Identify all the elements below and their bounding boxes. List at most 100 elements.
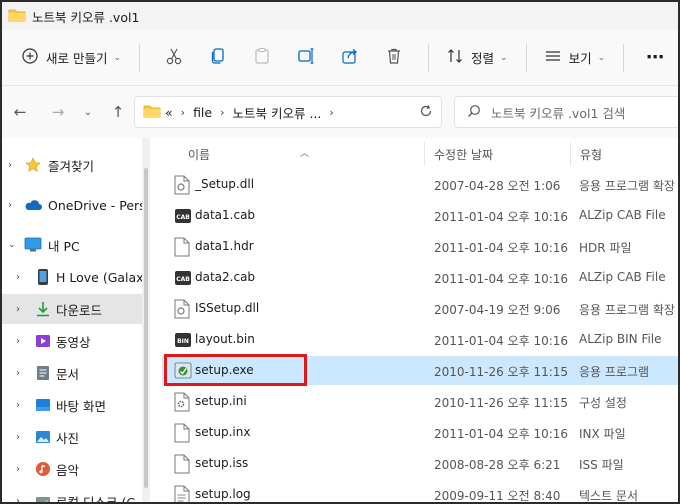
chevron-right-icon[interactable]: › [16,368,20,379]
file-date: 2011-01-04 오후 10:16 [434,334,569,348]
sidebar-item-onedrive[interactable]: › OneDrive - Personal [2,190,142,220]
window-title: 노트북 키오류 .vol1 [32,9,140,25]
sidebar-item-desktop[interactable]: › 바탕 화면 [2,390,142,420]
cloud-icon [24,196,42,214]
document-icon [34,364,52,382]
file-type: 구성 설정 [579,396,627,410]
sidebar-item-pictures[interactable]: › 사진 [2,422,142,452]
file-type: ALZip CAB File [579,270,666,284]
file-date: 2007-04-28 오전 1:06 [434,179,561,193]
file-row[interactable]: BIN layout.bin 2011-01-04 오후 10:16 ALZip… [162,325,678,354]
breadcrumb-item[interactable]: 노트북 키오류 ... [233,103,322,122]
file-row[interactable]: setup.inx 2011-01-04 오후 10:16 INX 파일 [162,418,678,447]
file-row[interactable]: ISSetup.dll 2007-04-19 오전 9:06 응용 프로그램 확… [162,294,678,323]
sidebar-item-label: OneDrive - Personal [48,197,142,213]
sidebar-item-documents[interactable]: › 문서 [2,358,142,388]
up-arrow-icon[interactable]: ↑ [104,98,132,126]
column-header-name[interactable]: 이름 [188,146,210,163]
svg-text:BIN: BIN [177,338,189,345]
column-divider[interactable] [570,142,571,166]
file-date: 2011-01-04 오후 10:16 [434,241,569,255]
copy-button[interactable] [202,42,234,74]
chevron-right-icon[interactable]: › [16,272,20,283]
desktop-icon [34,396,52,414]
sidebar-item-label: H Love (Galaxy [56,269,142,285]
rename-button[interactable] [290,42,322,74]
cut-button[interactable] [158,42,190,74]
chevron-down-icon[interactable]: ⌄ [8,240,16,250]
chevron-right-icon[interactable]: › [16,432,20,443]
sidebar-item-downloads[interactable]: › 다운로드 [2,294,142,324]
file-row[interactable]: setup.log 2009-09-11 오전 8:40 텍스트 문서 [162,480,678,502]
file-list: ︿ 이름 수정한 날짜 유형 _Setup.dll 2007-04-28 오전 … [150,138,678,502]
sidebar-item-label: 즐겨찾기 [48,158,95,174]
chevron-right-icon[interactable]: › [16,336,20,347]
sidebar-item-favorites[interactable]: › 즐겨찾기 [2,150,142,180]
list-view-icon [545,48,561,67]
paste-button[interactable] [246,42,278,74]
file-row[interactable]: CAB data1.cab 2011-01-04 오후 10:16 ALZip … [162,201,678,230]
sidebar-item-phone[interactable]: › H Love (Galaxy [2,262,142,292]
column-header-date[interactable]: 수정한 날짜 [434,146,493,163]
refresh-icon[interactable] [419,104,433,121]
sidebar-item-label: 다운로드 [56,302,103,318]
sidebar-item-label: 로컬 디스크 (C [56,494,136,504]
file-name: data2.cab [195,270,256,284]
file-date: 2010-11-26 오후 11:15 [434,365,569,379]
chevron-right-icon[interactable]: › [16,400,20,411]
breadcrumb-separator-icon: › [180,105,186,119]
dll-file-icon [174,299,192,319]
address-bar[interactable]: « › file › 노트북 키오류 ... › [134,96,442,128]
phone-icon [34,268,52,286]
file-row[interactable]: data1.hdr 2011-01-04 오후 10:16 HDR 파일 [162,232,678,261]
scrollbar-thumb[interactable] [144,168,148,488]
file-row[interactable]: CAB data2.cab 2011-01-04 오후 10:16 ALZip … [162,263,678,292]
sidebar-item-this-pc[interactable]: ⌄ 내 PC [2,230,142,260]
cab-file-icon: CAB [174,206,192,226]
forward-arrow-icon[interactable]: → [44,98,72,126]
file-date: 2011-01-04 오후 10:16 [434,210,569,224]
sort-button[interactable]: 정렬 ⌄ [441,42,514,74]
back-arrow-icon[interactable]: ← [6,98,34,126]
file-row[interactable]: setup.iss 2008-08-28 오후 6:21 ISS 파일 [162,449,678,478]
column-header-type[interactable]: 유형 [580,146,602,163]
chevron-right-icon[interactable]: › [16,304,20,315]
file-date: 2007-04-19 오전 9:06 [434,303,561,317]
explorer-window: 노트북 키오류 .vol1 새로 만들기 ⌄ 정렬 ⌄ 보기 ⌄ ⋯ ← → ⌄… [0,0,680,504]
sidebar-item-local-disk[interactable]: › 로컬 디스크 (C [2,486,142,504]
breadcrumb-item[interactable]: file [193,105,212,120]
file-date: 2010-11-26 오후 11:15 [434,396,569,410]
toolbar-divider [428,43,430,72]
column-header-row: ︿ 이름 수정한 날짜 유형 [150,138,678,170]
file-row[interactable]: _Setup.dll 2007-04-28 오전 1:06 응용 프로그램 확장 [162,170,678,199]
search-icon [467,104,481,121]
chevron-right-icon[interactable]: › [8,200,12,211]
column-divider[interactable] [424,142,425,166]
plus-circle-icon [22,48,38,67]
sidebar-item-music[interactable]: › 음악 [2,454,142,484]
scissors-icon [165,47,183,68]
file-date: 2008-08-28 오후 6:21 [434,458,561,472]
view-button[interactable]: 보기 ⌄ [539,42,612,74]
sidebar-item-videos[interactable]: › 동영상 [2,326,142,356]
highlight-box [164,354,307,386]
chevron-down-icon: ⌄ [113,52,122,63]
breadcrumb-overflow[interactable]: « [165,105,173,120]
more-options-button[interactable]: ⋯ [646,47,665,68]
file-name: setup.iss [195,456,249,470]
toolbar-divider [139,43,141,72]
sidebar-scrollbar[interactable] [142,138,150,502]
share-button[interactable] [334,42,366,74]
drive-icon [34,492,52,502]
folder-icon [8,8,26,25]
chevron-right-icon[interactable]: › [16,464,20,475]
chevron-right-icon[interactable]: › [8,160,12,171]
search-placeholder: 노트북 키오류 .vol1 검색 [491,105,626,121]
new-button[interactable]: 새로 만들기 ⌄ [16,42,127,74]
delete-button[interactable] [378,42,410,74]
recent-chevron-icon[interactable]: ⌄ [74,98,102,126]
blank-file-icon [174,423,192,443]
file-row[interactable]: setup.ini 2010-11-26 오후 11:15 구성 설정 [162,387,678,416]
search-input[interactable]: 노트북 키오류 .vol1 검색 [454,96,678,128]
chevron-right-icon[interactable]: › [16,496,20,503]
